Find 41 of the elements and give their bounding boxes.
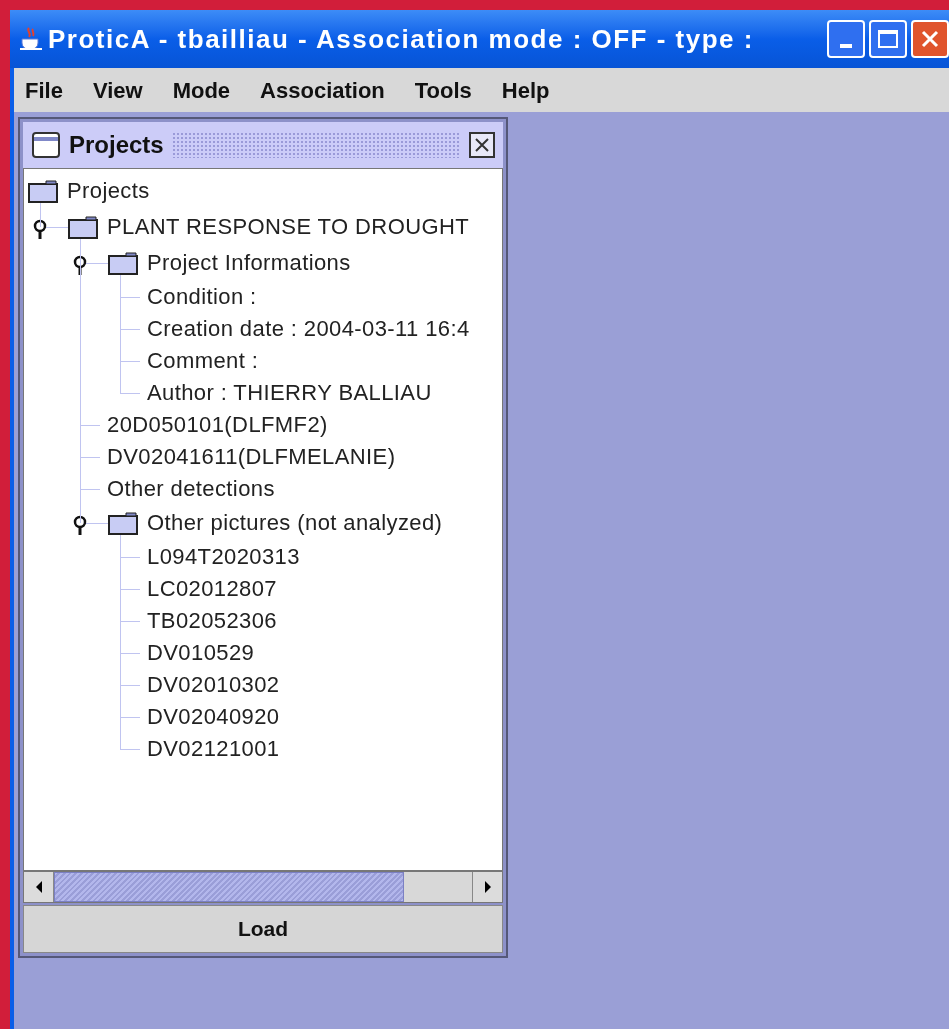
tree-folder-label[interactable]: Other pictures (not analyzed) — [147, 512, 443, 534]
menu-item[interactable]: Help — [501, 73, 550, 107]
tree-item[interactable]: DV02041611(DLFMELANIE) — [107, 446, 396, 468]
window-title: ProticA - tbailliau - Association mode : OFF - type : — [48, 22, 754, 56]
panel-title: Projects — [69, 130, 164, 160]
tree-item[interactable]: Condition : — [147, 286, 257, 308]
tree-item[interactable]: LC02012807 — [147, 578, 277, 600]
menu-item[interactable]: File — [25, 73, 63, 107]
coffee-cup-icon — [18, 26, 44, 52]
tree-item[interactable]: Author : THIERRY BALLIAU — [147, 382, 432, 404]
menu-item[interactable]: Association — [260, 73, 385, 107]
close-button[interactable] — [469, 132, 495, 158]
menu-item[interactable]: Mode — [172, 73, 231, 107]
tree-item[interactable]: DV010529 — [147, 642, 255, 664]
scroll-right-button[interactable] — [472, 872, 502, 902]
close-icon — [921, 30, 939, 48]
tree-folder-label[interactable]: PLANT RESPONSE TO DROUGHT — [107, 216, 470, 238]
tree-item[interactable]: DV02121001 — [147, 738, 280, 760]
tree-item[interactable]: L094T2020313 — [147, 546, 300, 568]
load-button[interactable]: Load — [23, 905, 503, 953]
window-icon — [31, 130, 61, 160]
menu-item[interactable]: View — [92, 73, 143, 107]
tree-folder-label[interactable]: Project Informations — [147, 252, 351, 274]
tree-item[interactable]: Comment : — [147, 350, 259, 372]
expand-handle-icon[interactable] — [33, 219, 47, 239]
tree-item[interactable]: 20D050101(DLFMF2) — [107, 414, 328, 436]
menu-item[interactable]: Tools — [414, 73, 472, 107]
expand-handle-icon[interactable] — [73, 255, 87, 275]
minimize-button[interactable] — [827, 20, 865, 58]
tree-folder-label[interactable]: Projects — [67, 180, 150, 202]
scroll-left-button[interactable] — [24, 872, 54, 902]
right-arrow-icon — [482, 880, 493, 894]
tree-item[interactable]: DV02040920 — [147, 706, 280, 728]
tree-item[interactable]: TB02052306 — [147, 610, 277, 632]
expand-handle-icon[interactable] — [73, 515, 87, 535]
close-icon — [474, 137, 490, 153]
maximize-button[interactable] — [869, 20, 907, 58]
tree-item[interactable]: DV02010302 — [147, 674, 280, 696]
tree-item[interactable]: Other detections — [107, 478, 275, 500]
scrollbar-thumb[interactable] — [54, 872, 404, 902]
tree-item[interactable]: Creation date : 2004-03-11 16:4 — [147, 318, 470, 340]
